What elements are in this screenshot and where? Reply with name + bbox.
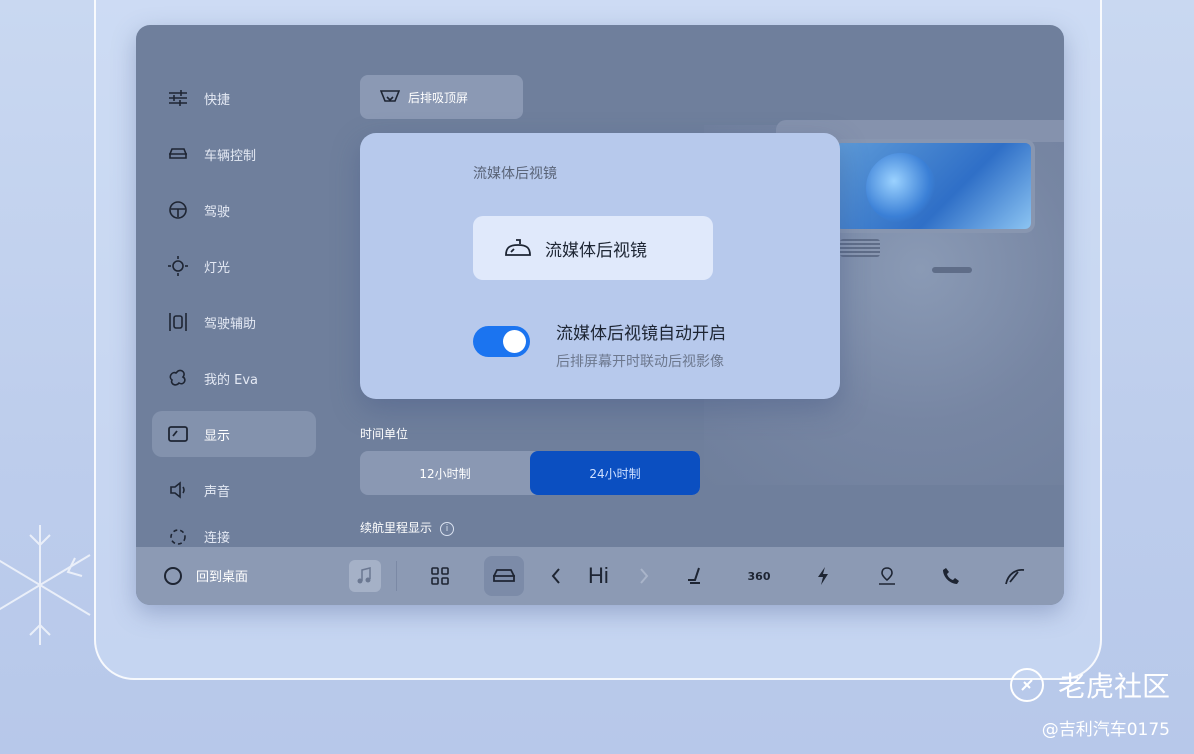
bolt-icon[interactable] — [807, 560, 839, 592]
time-option-24h[interactable]: 24小时制 — [530, 451, 700, 495]
speaker-icon — [168, 480, 188, 500]
sidebar-item-label: 驾驶 — [204, 204, 231, 220]
car-vent-image — [840, 239, 880, 257]
car-handle-image — [932, 267, 972, 273]
sidebar-item-label: 声音 — [204, 484, 231, 500]
sidebar-item-label: 连接 — [204, 531, 231, 546]
car-icon[interactable] — [484, 556, 524, 596]
sidebar-item-driving-assist[interactable]: 驾驶辅助 — [152, 299, 316, 345]
sidebar-item-label: 驾驶辅助 — [204, 316, 257, 332]
sidebar-item-label: 我的 Eva — [204, 372, 259, 388]
sun-icon — [168, 256, 188, 276]
chevron-left-icon[interactable] — [540, 560, 572, 592]
auto-open-subtitle: 后排屏幕开时联动后视影像 — [556, 354, 724, 370]
range-display-row: 续航里程显示 i — [360, 519, 455, 536]
streaming-mirror-button[interactable]: 流媒体后视镜 — [473, 216, 713, 280]
steering-wheel-icon — [168, 200, 188, 220]
home-button[interactable]: 回到桌面 — [164, 566, 248, 585]
watermark-handle: @吉利汽车0175 — [1041, 720, 1170, 740]
snowflake-decoration — [0, 525, 91, 645]
sidebar-item-my-eva[interactable]: 我的 Eva — [152, 355, 316, 401]
sidebar-item-sound[interactable]: 声音 — [152, 467, 316, 513]
camera-360-icon[interactable]: 360 — [743, 560, 775, 592]
phone-icon[interactable] — [935, 560, 967, 592]
modal-title: 流媒体后视镜 — [473, 166, 557, 182]
dock-divider — [396, 561, 397, 591]
sidebar-item-label: 快捷 — [204, 92, 231, 108]
sidebar-item-label: 车辆控制 — [204, 148, 257, 164]
bottom-dock: 回到桌面 Hi 360 — [136, 547, 1064, 605]
eva-icon — [168, 368, 188, 388]
info-icon[interactable]: i — [440, 521, 455, 536]
range-display-label: 续航里程显示 — [360, 521, 433, 535]
rear-ceiling-screen-button[interactable]: 后排吸顶屏 — [360, 75, 523, 119]
sidebar-item-lights[interactable]: 灯光 — [152, 243, 316, 289]
auto-open-title: 流媒体后视镜自动开启 — [556, 324, 726, 344]
watermark-brand: 老虎社区 — [1009, 665, 1170, 705]
car-icon — [168, 144, 188, 164]
streaming-mirror-button-label: 流媒体后视镜 — [545, 240, 647, 261]
car-display-image — [836, 143, 1031, 229]
seat-icon[interactable] — [679, 560, 711, 592]
auto-open-toggle[interactable] — [473, 326, 530, 357]
laohu-logo-icon — [1009, 668, 1044, 702]
assist-icon — [168, 312, 188, 332]
watermark-brand-text: 老虎社区 — [1057, 670, 1170, 703]
link-icon — [168, 527, 188, 547]
time-option-12h[interactable]: 12小时制 — [360, 451, 530, 495]
time-unit-segmented-control: 12小时制 24小时制 — [360, 451, 700, 495]
sidebar-item-label: 灯光 — [204, 260, 231, 276]
sidebar-item-vehicle-control[interactable]: 车辆控制 — [152, 131, 316, 177]
home-circle-icon — [164, 566, 182, 585]
rearview-mirror-icon — [503, 238, 533, 258]
sidebar-item-label: 显示 — [204, 428, 231, 444]
hi-assistant-label[interactable]: Hi — [588, 563, 609, 589]
streaming-mirror-modal: 流媒体后视镜 流媒体后视镜 流媒体后视镜自动开启 后排屏幕开时联动后视影像 — [360, 133, 840, 399]
sidebar-item-display[interactable]: 显示 — [152, 411, 316, 457]
apps-grid-icon[interactable] — [424, 560, 456, 592]
sidebar-item-driving[interactable]: 驾驶 — [152, 187, 316, 233]
home-label: 回到桌面 — [196, 570, 249, 585]
chevron-right-icon[interactable] — [628, 560, 660, 592]
music-icon[interactable] — [349, 560, 381, 592]
settings-sidebar: 快捷 车辆控制 驾驶 灯光 驾驶辅助 我的 Eva 显示 声音 连接 — [152, 75, 316, 563]
sliders-icon — [168, 88, 188, 108]
wiper-icon[interactable] — [999, 560, 1031, 592]
display-icon — [168, 424, 188, 444]
rear-ceiling-screen-label: 后排吸顶屏 — [408, 90, 469, 105]
location-icon[interactable] — [871, 560, 903, 592]
ceiling-screen-icon — [380, 89, 400, 105]
sidebar-item-quick[interactable]: 快捷 — [152, 75, 316, 121]
time-unit-label: 时间单位 — [360, 427, 409, 441]
